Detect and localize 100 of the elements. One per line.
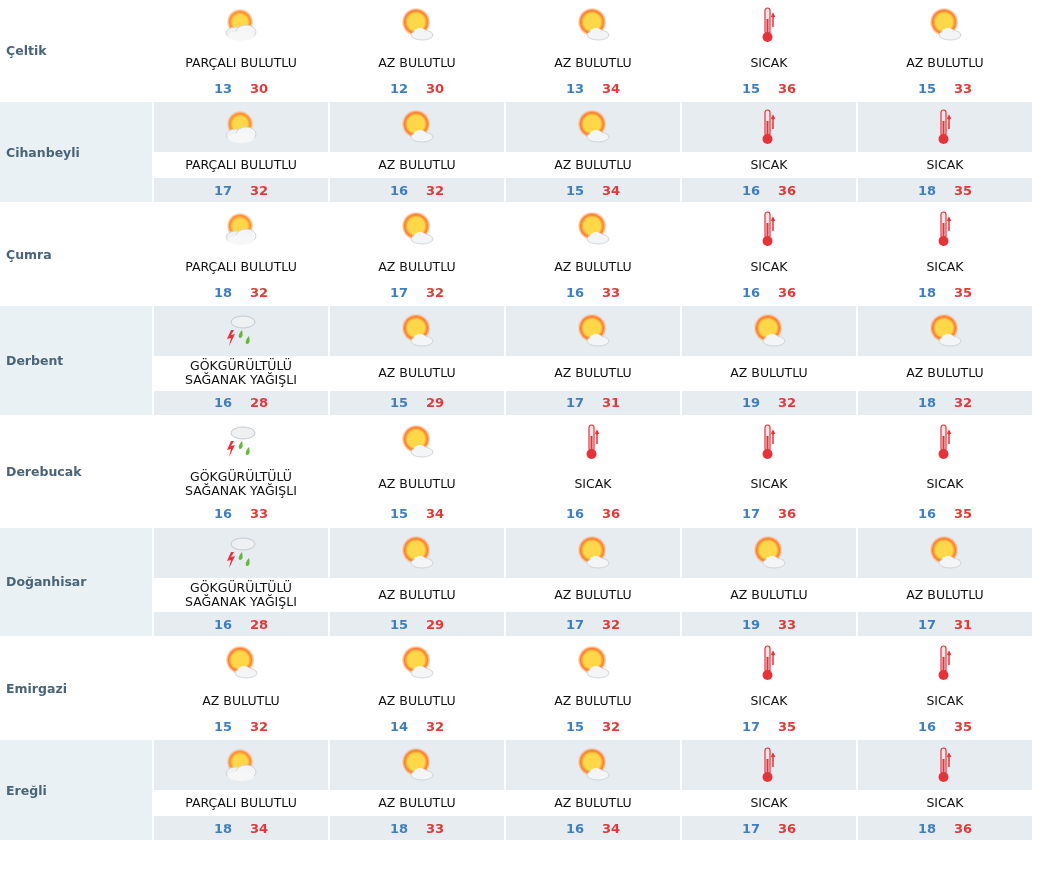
- high-temperature: 33: [250, 506, 269, 521]
- low-temperature: 15: [389, 506, 408, 521]
- weather-condition: GÖKGÜRÜLTÜLÜ SAĞANAK YAĞIŞLI: [184, 580, 298, 610]
- high-temperature: 35: [954, 506, 973, 521]
- high-temperature: 32: [250, 284, 269, 300]
- low-temperature: 19: [741, 395, 760, 411]
- high-temperature: 34: [602, 80, 621, 96]
- high-temperature: 36: [778, 284, 797, 300]
- low-temperature: 12: [389, 80, 408, 96]
- high-temperature: 33: [602, 284, 621, 300]
- low-temperature: 15: [389, 395, 408, 411]
- low-temperature: 15: [741, 80, 760, 96]
- low-temperature: 17: [741, 506, 760, 521]
- sun-cloud-icon: [222, 211, 260, 247]
- low-temperature: 16: [389, 182, 408, 198]
- thermometer-icon: [938, 211, 952, 247]
- low-temperature: 16: [565, 820, 584, 836]
- low-temperature: 17: [389, 284, 408, 300]
- high-temperature: 32: [602, 616, 621, 632]
- weather-condition: SICAK: [750, 55, 788, 71]
- city-name: Çeltik: [5, 41, 48, 60]
- high-temperature: 32: [426, 718, 445, 734]
- weather-condition: SICAK: [926, 157, 964, 173]
- thermometer-icon: [762, 211, 776, 247]
- low-temperature: 16: [213, 506, 232, 521]
- low-temperature: 18: [213, 820, 232, 836]
- high-temperature: 35: [954, 182, 973, 198]
- high-temperature: 30: [426, 80, 445, 96]
- high-temperature: 29: [426, 395, 445, 411]
- weather-condition: GÖKGÜRÜLTÜLÜ SAĞANAK YAĞIŞLI: [184, 359, 298, 388]
- high-temperature: 36: [954, 820, 973, 836]
- low-temperature: 13: [565, 80, 584, 96]
- high-temperature: 31: [602, 395, 621, 411]
- weather-condition: AZ BULUTLU: [554, 157, 632, 173]
- weather-condition: AZ BULUTLU: [730, 366, 808, 381]
- low-temperature: 15: [565, 182, 584, 198]
- low-temperature: 16: [213, 616, 232, 632]
- weather-condition: AZ BULUTLU: [378, 259, 456, 275]
- city-name: Ereğli: [0, 740, 152, 841]
- weather-condition: PARÇALI BULUTLU: [185, 157, 297, 173]
- weather-condition: SICAK: [926, 796, 964, 811]
- low-temperature: 19: [741, 616, 760, 632]
- high-temperature: 34: [602, 182, 621, 198]
- weather-condition: AZ BULUTLU: [378, 587, 456, 603]
- weather-condition: AZ BULUTLU: [554, 694, 632, 709]
- weather-condition: SICAK: [750, 476, 788, 492]
- low-temperature: 16: [917, 506, 936, 521]
- low-temperature: 15: [565, 718, 584, 734]
- thermometer-icon: [762, 109, 776, 145]
- high-temperature: 32: [426, 284, 445, 300]
- low-temperature: 13: [213, 80, 232, 96]
- weather-condition: AZ BULUTLU: [378, 366, 456, 381]
- city-name: Doğanhisar: [0, 527, 152, 637]
- weather-condition: SICAK: [926, 694, 964, 709]
- low-temperature: 17: [565, 616, 584, 632]
- low-temperature: 14: [389, 718, 408, 734]
- high-temperature: 35: [954, 718, 973, 734]
- weather-condition: SICAK: [750, 796, 788, 811]
- sun-cloud-icon: [222, 109, 260, 145]
- high-temperature: 34: [250, 820, 269, 836]
- high-temperature: 32: [954, 395, 973, 411]
- weather-condition: AZ BULUTLU: [554, 55, 632, 71]
- weather-condition: SICAK: [750, 694, 788, 709]
- high-temperature: 32: [250, 718, 269, 734]
- high-temperature: 32: [778, 395, 797, 411]
- low-temperature: 15: [389, 616, 408, 632]
- city-name: Cihanbeyli: [0, 102, 152, 202]
- high-temperature: 32: [250, 182, 269, 198]
- weather-condition: AZ BULUTLU: [202, 694, 280, 709]
- weather-condition: AZ BULUTLU: [554, 366, 632, 381]
- low-temperature: 18: [213, 284, 232, 300]
- low-temperature: 17: [213, 182, 232, 198]
- high-temperature: 32: [426, 182, 445, 198]
- high-temperature: 33: [954, 80, 973, 96]
- low-temperature: 18: [917, 182, 936, 198]
- low-temperature: 17: [565, 395, 584, 411]
- high-temperature: 30: [250, 80, 269, 96]
- thermometer-icon: [938, 109, 952, 145]
- thermometer-icon: [586, 423, 600, 460]
- high-temperature: 35: [778, 718, 797, 734]
- city-name: Çumra: [5, 245, 53, 264]
- weather-condition: SICAK: [750, 259, 788, 275]
- high-temperature: 33: [778, 616, 797, 632]
- high-temperature: 29: [426, 616, 445, 632]
- low-temperature: 17: [917, 616, 936, 632]
- low-temperature: 18: [917, 395, 936, 411]
- weather-condition: SICAK: [926, 259, 964, 275]
- thermometer-icon: [762, 747, 776, 784]
- high-temperature: 36: [778, 182, 797, 198]
- weather-condition: AZ BULUTLU: [554, 587, 632, 603]
- city-name: Emirgazi: [5, 679, 68, 698]
- low-temperature: 16: [917, 718, 936, 734]
- weather-condition: PARÇALI BULUTLU: [185, 55, 297, 71]
- sun-cloud-icon: [222, 747, 260, 784]
- thermometer-icon: [762, 645, 776, 682]
- low-temperature: 16: [213, 395, 232, 411]
- city-name: Derebucak: [5, 462, 83, 481]
- weather-condition: AZ BULUTLU: [906, 587, 984, 603]
- weather-condition: AZ BULUTLU: [906, 366, 984, 381]
- thermometer-icon: [938, 645, 952, 682]
